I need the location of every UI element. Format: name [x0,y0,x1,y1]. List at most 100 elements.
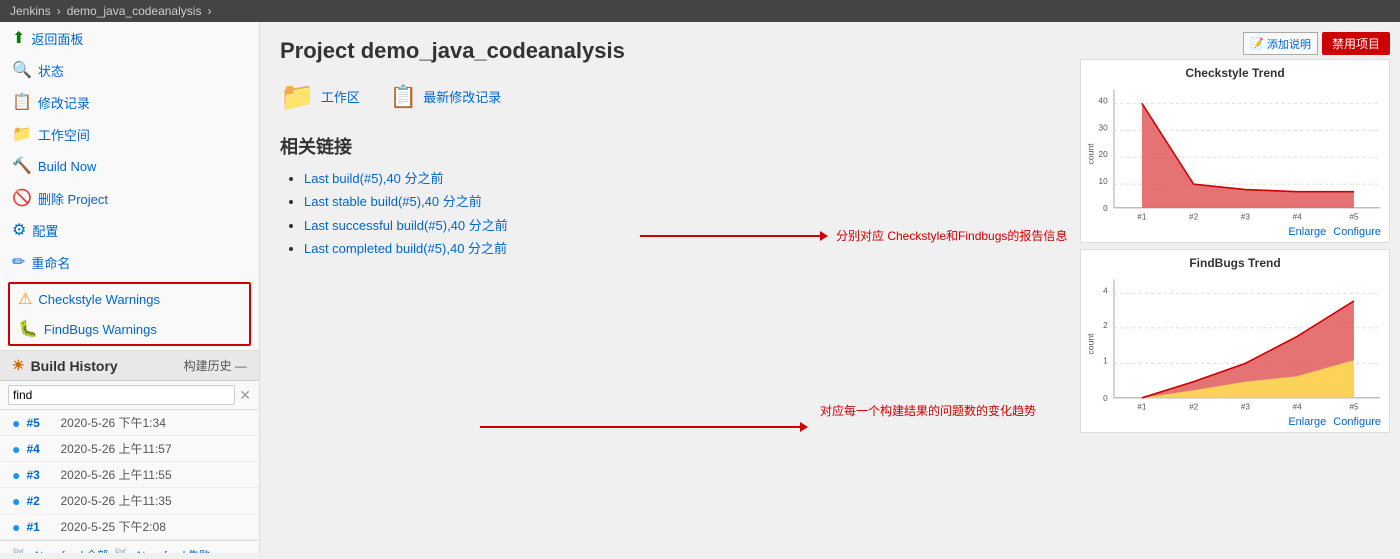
build-time: 2020-5-26 下午1:34 [60,414,165,431]
build-number-link[interactable]: #2 [26,494,54,508]
build-history-label: Build History [31,358,118,374]
svg-text:0: 0 [1103,393,1108,403]
svg-text:#2: #2 [1189,212,1198,222]
arrow-head-icon [820,231,828,241]
svg-text:#5: #5 [1349,212,1358,222]
svg-text:#3: #3 [1241,212,1250,222]
checkstyle-chart-title: Checkstyle Trend [1085,66,1385,80]
svg-text:0: 0 [1103,203,1108,213]
svg-text:#1: #1 [1137,212,1146,222]
annotation-1-text: 分别对应 Checkstyle和Findbugs的报告信息 [836,227,1067,244]
checkstyle-chart-svg: 0 10 20 30 40 [1085,84,1385,224]
svg-text:2: 2 [1103,320,1108,330]
sidebar-item-label: 状态 [38,61,64,80]
findbugs-chart-title: FindBugs Trend [1085,256,1385,270]
build-number-link[interactable]: #4 [26,442,54,456]
annotation-arrow-line [640,235,820,237]
right-panel: 📝 添加说明 禁用项目 Checkstyle Trend 0 10 20 30 [1080,22,1400,553]
build-number-link[interactable]: #5 [26,416,54,430]
build-row: ● #2 2020-5-26 上午11:35 [0,488,259,514]
list-item: Last stable build(#5),40 分之前 [304,190,1060,213]
svg-text:count: count [1085,143,1095,165]
build-time: 2020-5-26 上午11:55 [60,466,171,483]
build-row: ● #4 2020-5-26 上午11:57 [0,436,259,462]
disable-project-button[interactable]: 禁用项目 [1322,32,1390,55]
jenkins-link[interactable]: Jenkins [10,4,51,18]
atom-feed-all-link[interactable]: Atom feed 全部 [33,547,108,553]
sep2: › [207,4,211,18]
rename-icon: ✏ [12,252,25,272]
doc-icon: 📋 [390,84,417,110]
svg-text:#3: #3 [1241,402,1250,412]
delete-icon: 🚫 [12,188,32,208]
svg-text:30: 30 [1099,122,1108,132]
sidebar-item-findbugs[interactable]: 🐛 FindBugs Warnings [10,314,249,344]
workspace-link[interactable]: 📁 工作区 [280,80,360,113]
sidebar-item-delete[interactable]: 🚫 删除 Project [0,182,259,214]
checkstyle-enlarge-link[interactable]: Enlarge [1288,226,1326,238]
findbugs-chart-area: 0 1 2 4 #1 #2 [1085,274,1385,414]
svg-text:#5: #5 [1349,402,1358,412]
sidebar-item-build-now[interactable]: 🔨 Build Now [0,150,259,182]
checkstyle-chart-controls: Enlarge Configure [1085,224,1385,240]
sidebar-item-status[interactable]: 🔍 状态 [0,54,259,86]
build-status-icon: ● [12,493,20,509]
last-successful-link[interactable]: Last successful build(#5),40 分之前 [304,218,508,233]
findbugs-icon: 🐛 [18,319,38,339]
atom-feed-icon: 📡 [12,548,27,553]
sidebar-item-label: 修改记录 [38,93,90,112]
clear-search-button[interactable]: ✕ [239,387,251,404]
changes-link[interactable]: 📋 最新修改记录 [390,80,501,113]
last-completed-link[interactable]: Last completed build(#5),40 分之前 [304,241,507,256]
build-history-title: ☀ Build History [12,357,118,374]
build-search-bar: ✕ [0,381,259,410]
svg-text:40: 40 [1099,95,1108,105]
sidebar: ⬆ 返回面板 🔍 状态 📋 修改记录 📁 工作空间 🔨 Build Now 🚫 … [0,22,260,553]
sidebar-item-back[interactable]: ⬆ 返回面板 [0,22,259,54]
workspace-link-label: 工作区 [321,87,360,106]
sidebar-item-rename[interactable]: ✏ 重命名 [0,246,259,278]
changes-icon: 📋 [12,92,32,112]
annotation-1-container: 分别对应 Checkstyle和Findbugs的报告信息 [640,227,1067,244]
sidebar-item-configure[interactable]: ⚙ 配置 [0,214,259,246]
sidebar-item-label: Checkstyle Warnings [38,292,160,307]
build-row: ● #1 2020-5-25 下午2:08 [0,514,259,540]
svg-text:#4: #4 [1292,402,1301,412]
sidebar-item-changes[interactable]: 📋 修改记录 [0,86,259,118]
plugin-group: ⚠ Checkstyle Warnings 🐛 FindBugs Warning… [8,282,251,346]
sidebar-item-label: Build Now [38,159,97,174]
atom-feed-fail-link[interactable]: Atom feed 失败 [135,547,210,553]
project-link[interactable]: demo_java_codeanalysis [67,4,202,18]
checkstyle-icon: ⚠ [18,289,32,309]
sidebar-item-workspace[interactable]: 📁 工作空间 [0,118,259,150]
checkstyle-configure-link[interactable]: Configure [1333,226,1381,238]
sep1: › [57,4,61,18]
add-note-button[interactable]: 📝 添加说明 [1243,32,1318,55]
findbugs-chart-svg: 0 1 2 4 #1 #2 [1085,274,1385,414]
last-build-link[interactable]: Last build(#5),40 分之前 [304,171,443,186]
last-stable-link[interactable]: Last stable build(#5),40 分之前 [304,194,482,209]
findbugs-chart-container: FindBugs Trend 0 1 2 4 [1080,249,1390,433]
sidebar-item-label: FindBugs Warnings [44,322,157,337]
svg-text:10: 10 [1099,176,1108,186]
atom-fail-icon: 📡 [114,548,129,553]
svg-text:#1: #1 [1137,402,1146,412]
build-status-icon: ● [12,467,20,483]
findbugs-enlarge-link[interactable]: Enlarge [1288,416,1326,428]
build-history-header: ☀ Build History 构建历史 — [0,351,259,381]
build-status-icon: ● [12,441,20,457]
build-number-link[interactable]: #1 [26,520,54,534]
sidebar-item-checkstyle[interactable]: ⚠ Checkstyle Warnings [10,284,249,314]
sidebar-item-label: 配置 [32,221,58,240]
related-links-list: Last build(#5),40 分之前 Last stable build(… [280,167,1060,261]
note-icon: 📝 [1250,37,1264,50]
workspace-links-area: 📁 工作区 📋 最新修改记录 [280,80,1060,113]
breadcrumb: Jenkins › demo_java_codeanalysis › [0,0,1400,22]
build-time: 2020-5-25 下午2:08 [60,518,165,535]
svg-text:#2: #2 [1189,402,1198,412]
annotation-2-arrowhead [800,422,808,432]
back-icon: ⬆ [12,28,25,48]
build-number-link[interactable]: #3 [26,468,54,482]
findbugs-configure-link[interactable]: Configure [1333,416,1381,428]
build-search-input[interactable] [8,385,235,405]
